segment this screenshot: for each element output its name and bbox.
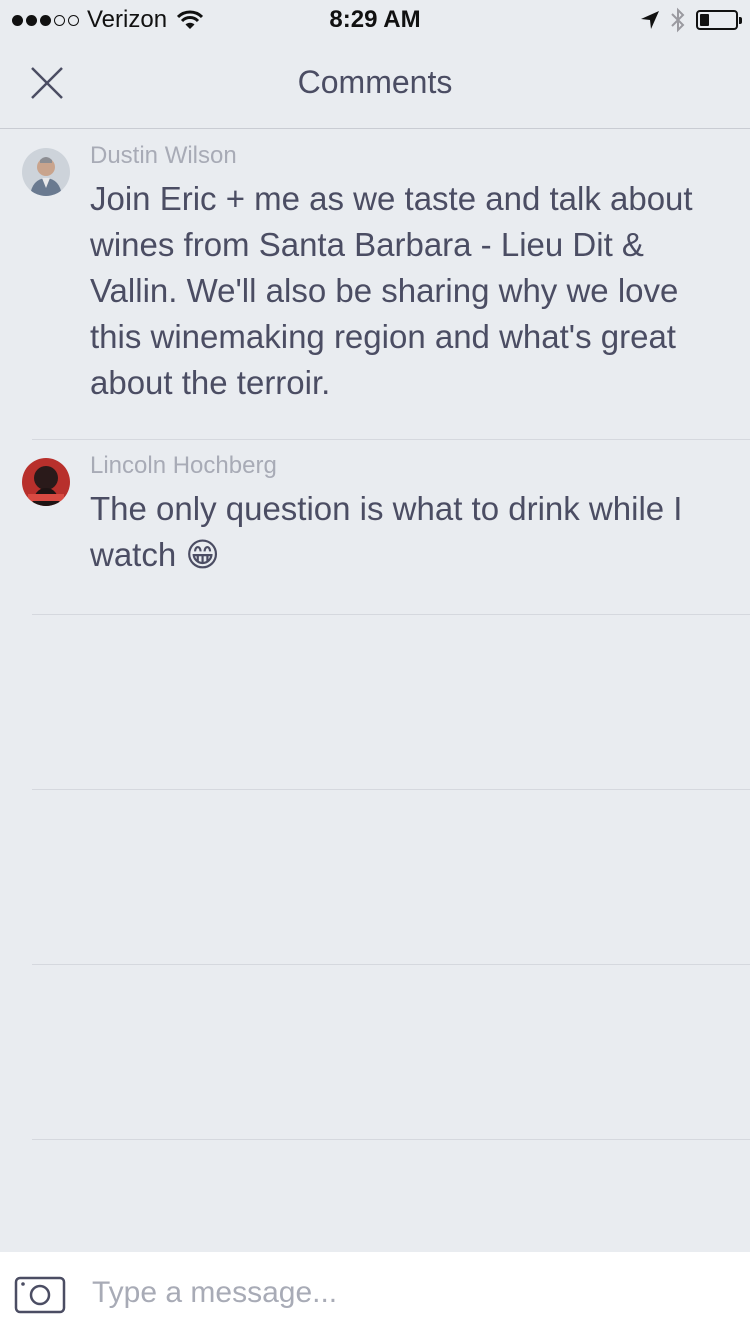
- empty-row: [32, 790, 750, 965]
- avatar-lincoln-hochberg-image: [22, 458, 70, 506]
- page-title: Comments: [297, 64, 453, 100]
- avatar[interactable]: [22, 458, 70, 506]
- comment-text-body: The only question is what to drink while…: [90, 490, 683, 573]
- comments-screen: Verizon 8:29 AM Comments Dustin Wilson J…: [0, 0, 750, 1334]
- status-time: 8:29 AM: [329, 6, 421, 33]
- comment-text: Join Eric + me as we taste and talk abou…: [90, 180, 693, 401]
- message-composer: [0, 1252, 750, 1334]
- status-right: [640, 7, 742, 33]
- empty-row: [32, 615, 750, 790]
- status-bar: Verizon 8:29 AM: [0, 0, 750, 40]
- battery-level: [700, 14, 709, 26]
- comments-list: Dustin Wilson Join Eric + me as we taste…: [0, 130, 750, 1140]
- header: Comments: [0, 40, 750, 129]
- empty-row: [32, 965, 750, 1140]
- message-input[interactable]: [90, 1268, 714, 1318]
- comment-text: The only question is what to drink while…: [90, 486, 710, 578]
- location-arrow-icon: [641, 11, 659, 29]
- grinning-emoji: 😁: [185, 536, 220, 573]
- camera-icon[interactable]: [14, 1274, 66, 1314]
- battery-icon: [696, 10, 742, 30]
- comment-author: Lincoln Hochberg: [90, 452, 277, 479]
- bluetooth-icon: [671, 7, 685, 33]
- comment-item: Lincoln Hochberg The only question is wh…: [22, 440, 750, 615]
- avatar-dustin-wilson-image: [22, 148, 70, 196]
- comment-author: Dustin Wilson: [90, 142, 237, 169]
- comment-item: Dustin Wilson Join Eric + me as we taste…: [22, 130, 750, 440]
- avatar[interactable]: [22, 148, 70, 196]
